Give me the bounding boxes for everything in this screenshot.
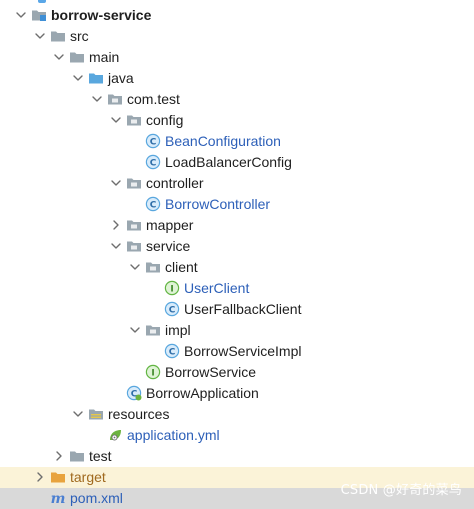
tree-node-label: src <box>70 28 89 44</box>
watermark: CSDN @好奇的菜鸟 <box>340 483 462 498</box>
chevron-down-icon[interactable] <box>129 324 141 336</box>
class-icon: C <box>164 301 180 317</box>
package-icon <box>126 238 142 254</box>
svg-text:C: C <box>150 137 157 147</box>
class-icon: C <box>145 154 161 170</box>
tree-node-label: pom.xml <box>70 490 123 506</box>
tree-node-impl[interactable]: impl <box>0 320 474 341</box>
tree-node-label: com.test <box>127 91 180 107</box>
chevron-down-icon[interactable] <box>72 72 84 84</box>
tree-node-label: controller <box>146 175 204 191</box>
svg-text:I: I <box>151 368 154 378</box>
tree-node-label: BorrowService <box>165 364 257 380</box>
source-root-folder-icon <box>88 70 104 86</box>
chevron-right-icon[interactable] <box>34 471 46 483</box>
tree-node-label: borrow-service <box>51 7 152 23</box>
tree-node-label: BorrowController <box>165 196 271 212</box>
tree-node-borrowserviceimpl[interactable]: C BorrowServiceImpl <box>0 341 474 362</box>
tree-node-label: config <box>146 112 184 128</box>
tree-node-config[interactable]: config <box>0 110 474 131</box>
tree-node-label: BorrowApplication <box>146 385 259 401</box>
tree-node-borrowapplication[interactable]: C BorrowApplication <box>0 383 474 404</box>
folder-icon <box>50 28 66 44</box>
chevron-down-icon[interactable] <box>34 30 46 42</box>
tree-node-label: BorrowServiceImpl <box>184 343 302 359</box>
tree-node-beanconfiguration[interactable]: C BeanConfiguration <box>0 131 474 152</box>
svg-text:m: m <box>51 491 66 506</box>
tree-node-label: LoadBalancerConfig <box>165 154 292 170</box>
chevron-down-icon[interactable] <box>53 51 65 63</box>
tree-node-service[interactable]: service <box>0 236 474 257</box>
svg-text:C: C <box>150 158 157 168</box>
class-icon: C <box>145 196 161 212</box>
tree-node-label: mapper <box>146 217 194 233</box>
interface-icon: I <box>164 280 180 296</box>
chevron-down-icon[interactable] <box>110 240 122 252</box>
tree-node-label: client <box>165 259 198 275</box>
chevron-right-icon[interactable] <box>110 219 122 231</box>
tree-node-loadbalancerconfig[interactable]: C LoadBalancerConfig <box>0 152 474 173</box>
tree-node-label: resources <box>108 406 170 422</box>
spring-yml-file-icon <box>107 427 123 443</box>
chevron-down-icon[interactable] <box>15 9 27 21</box>
tree-node-resources[interactable]: resources <box>0 404 474 425</box>
package-icon <box>107 91 123 107</box>
tree-node-userclient[interactable]: I UserClient <box>0 278 474 299</box>
tree-node-label: test <box>89 448 112 464</box>
module-folder-icon <box>31 7 47 23</box>
tree-node-label: service <box>146 238 191 254</box>
tree-node-src[interactable]: src <box>0 26 474 47</box>
tree-node-application-yml[interactable]: application.yml <box>0 425 474 446</box>
package-icon <box>126 112 142 128</box>
chevron-down-icon[interactable] <box>129 261 141 273</box>
tree-node-test[interactable]: test <box>0 446 474 467</box>
chevron-down-icon[interactable] <box>110 177 122 189</box>
tree-node-controller[interactable]: controller <box>0 173 474 194</box>
chevron-down-icon[interactable] <box>110 114 122 126</box>
tree-node-label: target <box>70 469 106 485</box>
tree-node-label: main <box>89 49 120 65</box>
tree-node-borrowservice[interactable]: I BorrowService <box>0 362 474 383</box>
chevron-right-icon[interactable] <box>53 450 65 462</box>
package-icon <box>126 217 142 233</box>
svg-text:C: C <box>169 347 176 357</box>
chevron-down-icon[interactable] <box>72 408 84 420</box>
class-icon: C <box>145 133 161 149</box>
tree-node-borrowcontroller[interactable]: C BorrowController <box>0 194 474 215</box>
tree-node-com-test[interactable]: com.test <box>0 89 474 110</box>
tree-node-userfallbackclient[interactable]: C UserFallbackClient <box>0 299 474 320</box>
package-icon <box>126 175 142 191</box>
package-icon <box>145 259 161 275</box>
resources-folder-icon <box>88 406 104 422</box>
scroll-tick <box>38 0 46 3</box>
tree-node-borrow-service[interactable]: borrow-service <box>0 5 474 26</box>
tree-node-java[interactable]: java <box>0 68 474 89</box>
tree-node-label: impl <box>165 322 191 338</box>
tree-node-mapper[interactable]: mapper <box>0 215 474 236</box>
top-strip <box>0 0 474 4</box>
tree-node-label: UserFallbackClient <box>184 301 302 317</box>
tree-node-client[interactable]: client <box>0 257 474 278</box>
tree-node-label: BeanConfiguration <box>165 133 281 149</box>
svg-text:C: C <box>169 305 176 315</box>
folder-icon <box>69 49 85 65</box>
interface-icon: I <box>145 364 161 380</box>
maven-file-icon: m <box>50 490 66 506</box>
tree-node-label: application.yml <box>127 427 220 443</box>
package-icon <box>145 322 161 338</box>
tree-node-label: java <box>108 70 134 86</box>
svg-text:I: I <box>170 284 173 294</box>
excluded-folder-icon <box>50 469 66 485</box>
spring-boot-class-icon: C <box>126 385 142 401</box>
chevron-down-icon[interactable] <box>91 93 103 105</box>
tree-node-label: UserClient <box>184 280 250 296</box>
class-icon: C <box>164 343 180 359</box>
tree-node-main[interactable]: main <box>0 47 474 68</box>
svg-text:C: C <box>150 200 157 210</box>
folder-icon <box>69 448 85 464</box>
